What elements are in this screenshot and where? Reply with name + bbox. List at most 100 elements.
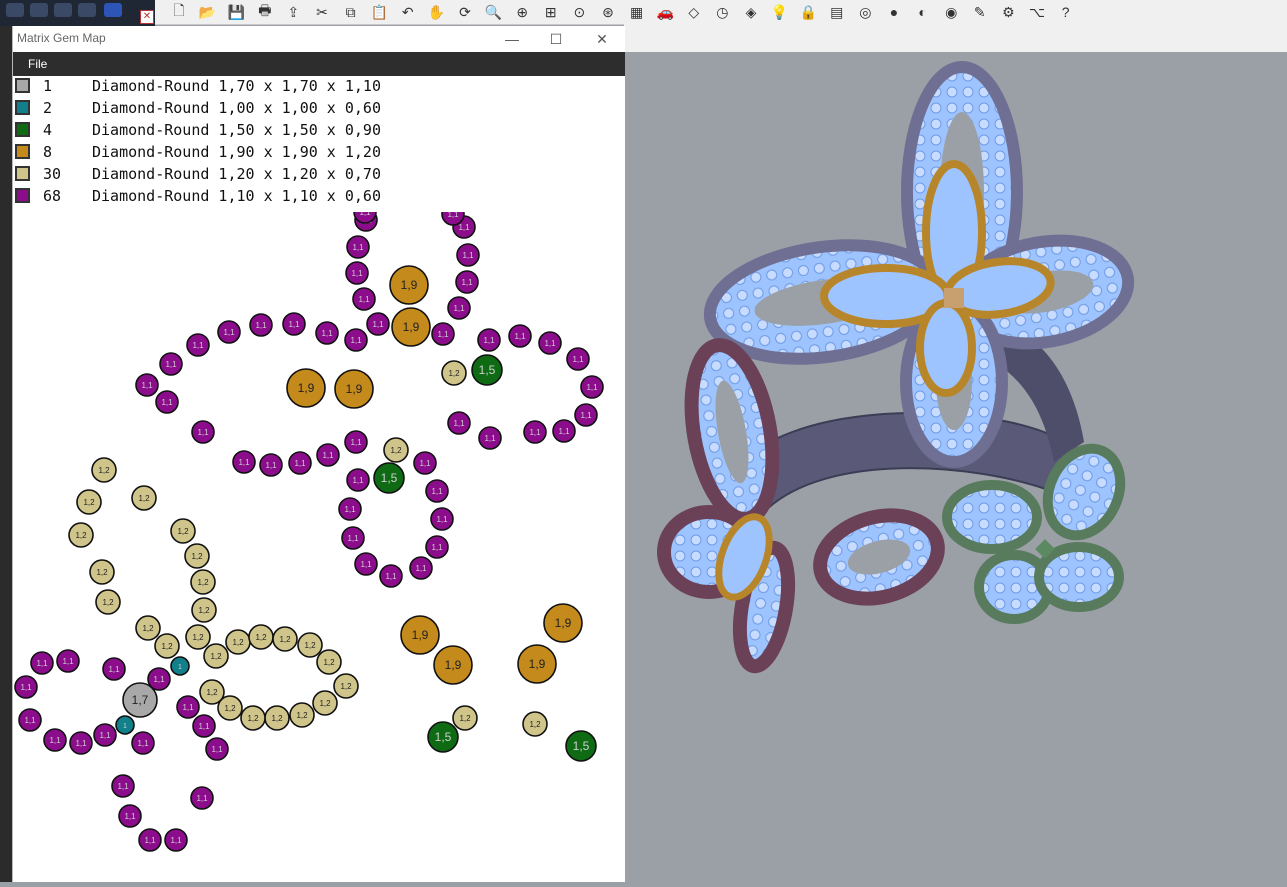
gem-1-2[interactable]: 1,2 [452,705,478,731]
gem-1-1[interactable]: 1,1 [341,526,365,550]
gem-1-1[interactable]: 1,1 [56,649,80,673]
gem-1-1[interactable]: 1,1 [425,535,449,559]
pan-hand-icon[interactable]: ✋ [426,2,446,22]
pencil-icon[interactable]: ✎ [970,2,990,22]
gem-1-9[interactable]: 1,9 [400,615,440,655]
window-titlebar[interactable]: Matrix Gem Map — ☐ ✕ [13,26,625,52]
gem-1-2[interactable]: 1,2 [203,643,229,669]
gem-1-1[interactable]: 1,1 [552,419,576,443]
gem-1-1[interactable]: 1,1 [352,287,376,311]
gem-1-1[interactable]: 1,1 [338,497,362,521]
menu-file[interactable]: File [28,57,47,71]
gem-1-1[interactable]: 1,1 [538,331,562,355]
minimize-icon[interactable]: — [503,30,521,48]
gem-1-2[interactable]: 1,2 [297,632,323,658]
gem-1-1[interactable]: 1,1 [478,426,502,450]
gem-1-1[interactable]: 1,1 [430,507,454,531]
toolbar-icon[interactable] [54,3,72,17]
cut-icon[interactable]: ✂ [312,2,332,22]
clock-icon[interactable]: ◷ [712,2,732,22]
gem-1-9[interactable]: 1,9 [517,644,557,684]
gem-1-1[interactable]: 1,1 [315,321,339,345]
toolbar-icon[interactable] [30,3,48,17]
gem-1-1[interactable]: 1,1 [447,296,471,320]
sphere-rendered-icon[interactable]: ◐ [913,2,933,22]
gem-1-2[interactable]: 1,2 [76,489,102,515]
lock-icon[interactable]: 🔒 [798,2,818,22]
gem-1-0[interactable]: 1 [170,656,190,676]
gem-1-1[interactable]: 1,1 [138,828,162,852]
gem-1-1[interactable]: 1,1 [102,657,126,681]
gem-1-1[interactable]: 1,1 [30,651,54,675]
gem-1-9[interactable]: 1,9 [389,265,429,305]
network-icon[interactable]: ⌥ [1027,2,1047,22]
gem-1-2[interactable]: 1,2 [316,649,342,675]
gem-1-1[interactable]: 1,1 [131,731,155,755]
gem-1-2[interactable]: 1,2 [91,457,117,483]
toolbar-icon[interactable] [78,3,96,17]
gem-1-1[interactable]: 1,1 [176,695,200,719]
gem-1-1[interactable]: 1,1 [288,451,312,475]
gem-1-2[interactable]: 1,2 [240,705,266,731]
gem-1-1[interactable]: 1,1 [282,312,306,336]
gem-1-2[interactable]: 1,2 [190,569,216,595]
gem-1-5[interactable]: 1,5 [471,354,503,386]
gem-1-1[interactable]: 1,1 [111,774,135,798]
gem-1-1[interactable]: 1,1 [14,675,38,699]
gem-1-1[interactable]: 1,1 [523,420,547,444]
zoom-icon[interactable]: 🔍 [484,2,504,22]
gem-1-1[interactable]: 1,1 [477,328,501,352]
gem-1-1[interactable]: 1,1 [147,667,171,691]
gem-1-2[interactable]: 1,2 [154,633,180,659]
layers-icon[interactable]: ▤ [827,2,847,22]
gem-1-2[interactable]: 1,2 [89,559,115,585]
wireframe-icon[interactable]: ◇ [684,2,704,22]
color-wheel-icon[interactable]: ◎ [855,2,875,22]
gem-1-1[interactable]: 1,1 [409,556,433,580]
gem-1-1[interactable]: 1,1 [316,443,340,467]
gem-1-1[interactable]: 1,1 [566,347,590,371]
gem-1-1[interactable]: 1,1 [93,723,117,747]
gem-1-2[interactable]: 1,2 [184,543,210,569]
gem-1-2[interactable]: 1,2 [199,679,225,705]
paste-icon[interactable]: 📋 [369,2,389,22]
bulb-icon[interactable]: 💡 [770,2,790,22]
car-icon[interactable]: 🚗 [655,2,675,22]
maximize-icon[interactable]: ☐ [547,30,565,48]
close-icon[interactable]: ✕ [593,30,611,48]
gem-1-2[interactable]: 1,2 [68,522,94,548]
gem-1-5[interactable]: 1,5 [427,721,459,753]
grid-4view-icon[interactable]: ▦ [627,2,647,22]
toolbar-icon[interactable] [6,3,24,17]
undo-icon[interactable]: ↶ [398,2,418,22]
gem-1-2[interactable]: 1,2 [131,485,157,511]
gem-1-1[interactable]: 1,1 [344,430,368,454]
sphere-shaded-icon[interactable]: ● [884,2,904,22]
print-icon[interactable]: 🖶 [255,2,275,22]
help-icon[interactable]: ? [1056,2,1076,22]
gem-1-1[interactable]: 1,1 [379,564,403,588]
gem-1-2[interactable]: 1,2 [191,597,217,623]
gem-1-1[interactable]: 1,1 [413,451,437,475]
gem-1-2[interactable]: 1,2 [312,690,338,716]
gem-1-1[interactable]: 1,1 [186,333,210,357]
gem-1-2[interactable]: 1,2 [264,705,290,731]
gem-1-9[interactable]: 1,9 [433,645,473,685]
gem-1-1[interactable]: 1,1 [205,737,229,761]
gem-1-1[interactable]: 1,1 [249,313,273,337]
gem-1-1[interactable]: 1,1 [259,453,283,477]
rotate-view-icon[interactable]: ⟳ [455,2,475,22]
zoom-extents-icon[interactable]: ⊞ [541,2,561,22]
toolbar-icon[interactable] [104,3,122,17]
gem-1-1[interactable]: 1,1 [346,468,370,492]
gem-1-9[interactable]: 1,9 [391,307,431,347]
close-icon[interactable]: ✕ [140,10,154,24]
gem-1-2[interactable]: 1,2 [135,615,161,641]
gem-1-0[interactable]: 1 [115,715,135,735]
zoom-window-icon[interactable]: ⊕ [512,2,532,22]
gem-1-1[interactable]: 1,1 [191,420,215,444]
save-icon[interactable]: 💾 [226,2,246,22]
gem-1-1[interactable]: 1,1 [447,411,471,435]
gem-1-5[interactable]: 1,5 [565,730,597,762]
export-icon[interactable]: ⇪ [283,2,303,22]
